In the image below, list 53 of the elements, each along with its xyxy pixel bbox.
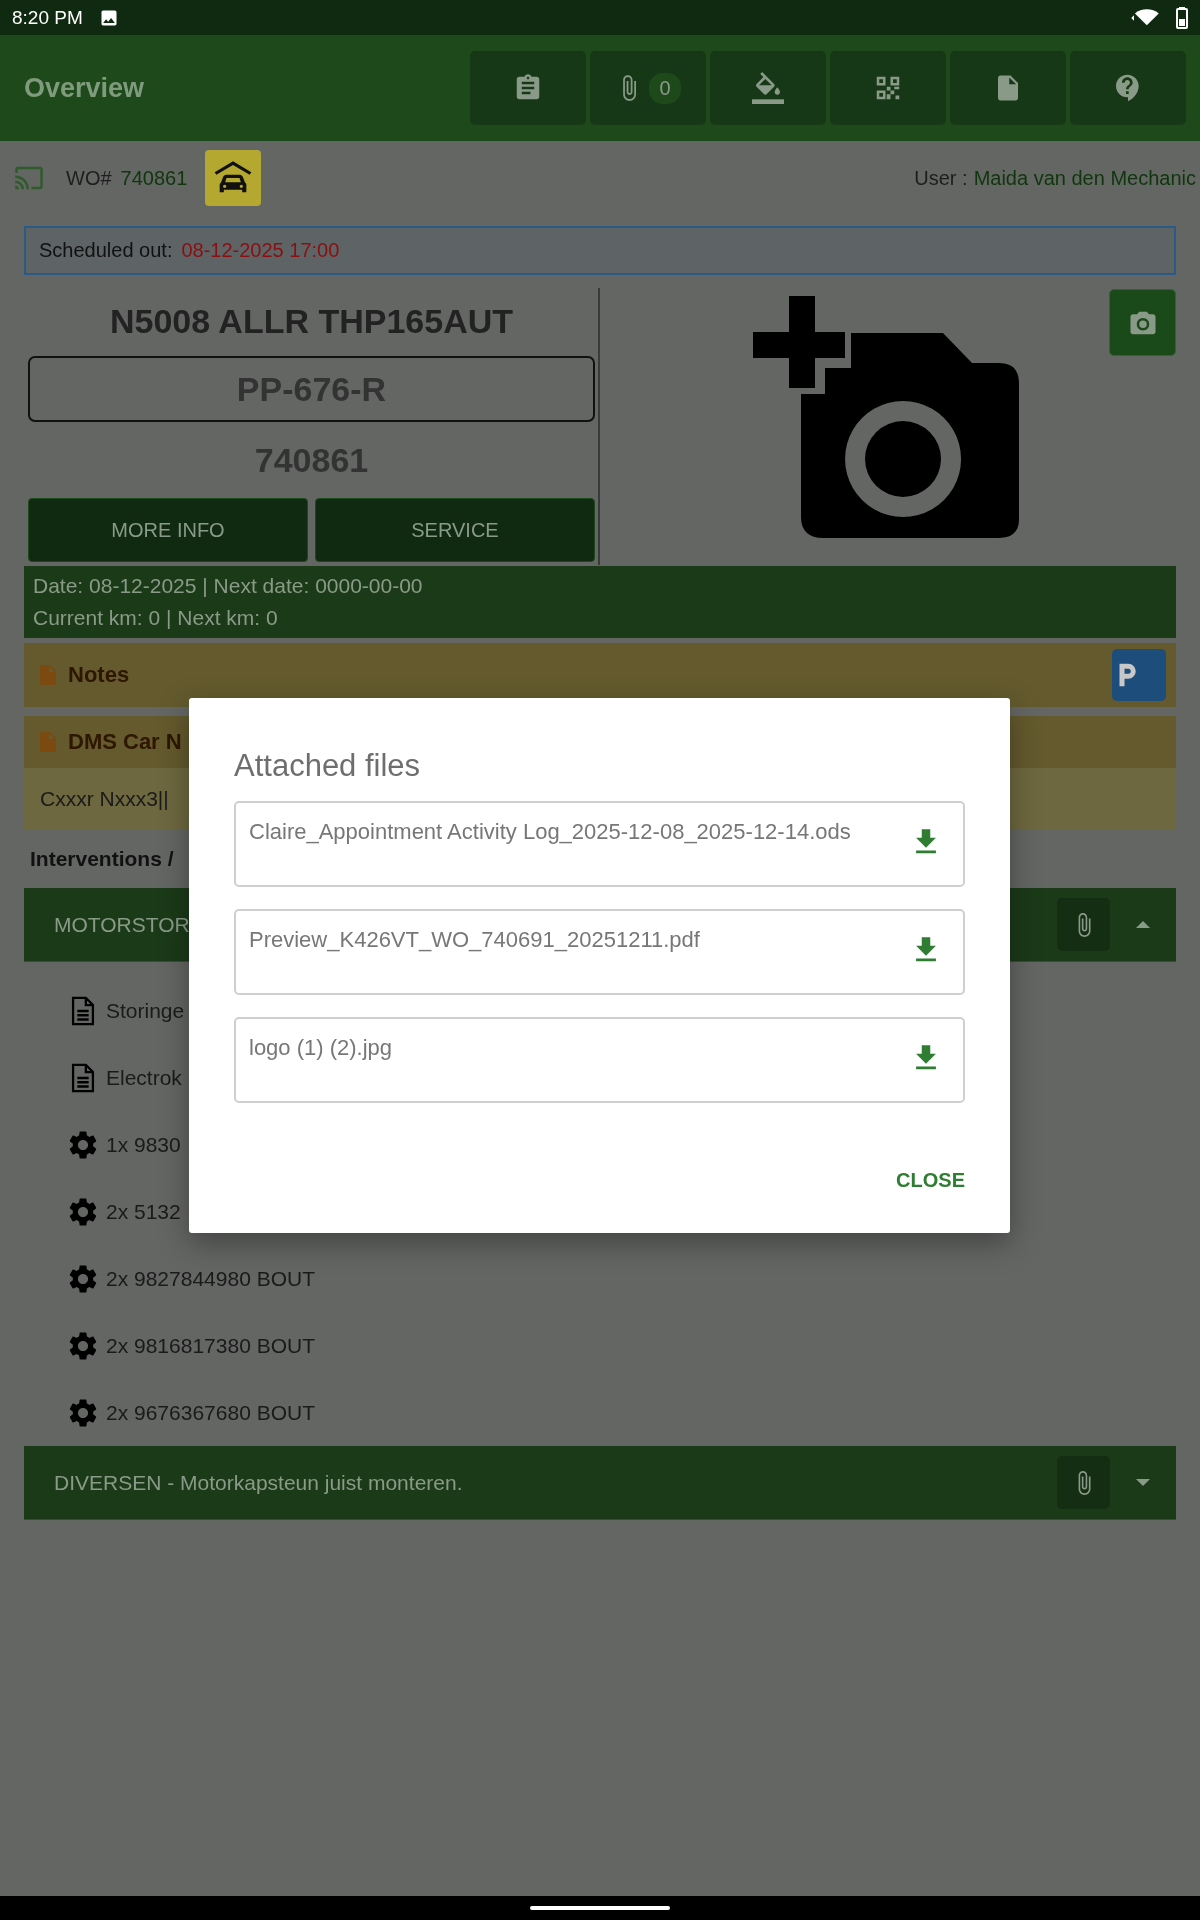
attachments-button[interactable]: 0 (590, 51, 706, 125)
dms-title: DMS Car N (68, 729, 183, 755)
file-name: Claire_Appointment Activity Log_2025-12-08_2025-12-14.ods (249, 819, 852, 845)
service-button[interactable]: SERVICE (315, 498, 595, 562)
intervention-item: 2x 9816817380 BOUT (106, 1333, 315, 1358)
count-badge: 0 (649, 72, 681, 104)
help-button[interactable] (1070, 51, 1186, 125)
clock-time: 8:20 PM (12, 6, 83, 29)
document-button[interactable] (950, 51, 1066, 125)
file-item[interactable]: Claire_Appointment Activity Log_2025-12-08_2025-12-14.ods (234, 801, 965, 887)
close-button[interactable]: CLOSE (886, 1163, 975, 1198)
date-line: Date: 08-12-2025 | Next date: 0000-00-00 (33, 574, 424, 598)
car-garage-button[interactable] (205, 150, 262, 206)
intervention-title: MOTORSTOR (54, 912, 191, 937)
attach-button[interactable] (1057, 898, 1110, 951)
notes-title: Notes (68, 662, 131, 688)
expand-caret-icon[interactable] (1136, 1479, 1150, 1486)
scheduled-out-date: 08-12-2025 17:00 (181, 239, 340, 262)
screen-title: Overview (24, 72, 146, 104)
paint-bucket-icon (752, 72, 784, 104)
file-item[interactable]: Preview_K426VT_WO_740691_20251211.pdf (234, 909, 965, 995)
file-item[interactable]: logo (1) (2).jpg (234, 1017, 965, 1103)
user-name: Maida van den Mechanic (973, 166, 1196, 190)
qr-code-button[interactable] (830, 51, 946, 125)
more-info-button[interactable]: MORE INFO (28, 498, 308, 562)
work-order-number: 740861 (120, 166, 188, 190)
paint-bucket-button[interactable] (710, 51, 826, 125)
user-label: User : (914, 166, 968, 190)
intervention-item: 2x 9827844980 BOUT (106, 1266, 315, 1291)
file-name: Preview_K426VT_WO_740691_20251211.pdf (249, 927, 701, 953)
intervention-item: Storinge (106, 998, 185, 1023)
intervention-item: 2x 9676367680 BOUT (106, 1400, 315, 1425)
intervention-header[interactable]: DIVERSEN - Motorkapsteun juist monteren. (24, 1446, 1176, 1520)
date-line: Current km: 0 | Next km: 0 (33, 606, 279, 630)
clipboard-button[interactable] (470, 51, 586, 125)
attach-button[interactable] (1057, 1456, 1110, 1509)
vehicle-model: N5008 ALLR THP165AUT (109, 302, 514, 342)
camera-button[interactable] (1109, 289, 1176, 356)
intervention-item: 2x 5132 (106, 1199, 181, 1224)
home-handle[interactable] (530, 1906, 670, 1910)
intervention-item: Electrok (106, 1065, 182, 1090)
scheduled-out-label: Scheduled out: (39, 239, 173, 262)
intervention-title: DIVERSEN - Motorkapsteun juist monteren. (54, 1470, 464, 1495)
dms-text: Cxxxr Nxxx3|| (40, 787, 169, 811)
notes-header[interactable]: Notes (24, 643, 1176, 707)
file-name: logo (1) (2).jpg (249, 1035, 394, 1061)
dialog-title: Attached files (234, 748, 422, 784)
battery-icon (1176, 6, 1188, 29)
interventions-title: Interventions / (29, 846, 174, 872)
work-order-label: WO# (66, 166, 112, 190)
intervention-item: 1x 9830 (106, 1132, 181, 1157)
parking-button[interactable] (1112, 649, 1166, 701)
collapse-caret-icon[interactable] (1136, 921, 1150, 928)
